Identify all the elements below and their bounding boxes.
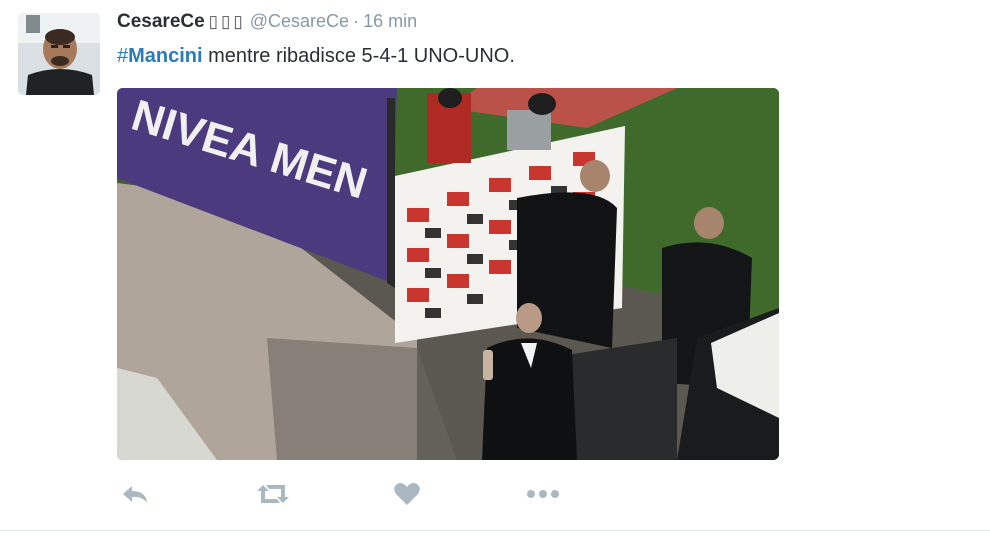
hashtag-link[interactable]: #Mancini — [117, 45, 203, 67]
tweet-timestamp[interactable]: 16 min — [363, 11, 417, 31]
media-photo: NIVEA MEN — [117, 88, 779, 460]
heart-icon — [394, 483, 420, 505]
more-dots-icon — [527, 490, 559, 498]
avatar-image — [18, 13, 100, 95]
meta-separator: · — [353, 11, 360, 31]
tweet: CesareCe ▯▯▯ @CesareCe · 16 min #Mancini men… — [0, 0, 990, 543]
retweet-icon — [257, 485, 289, 503]
retweet-button[interactable] — [255, 478, 291, 510]
tweet-media[interactable]: NIVEA MEN — [117, 88, 779, 460]
tweet-body: mentre ribadisce 5-4-1 UNO-UNO. — [202, 45, 515, 67]
reply-icon — [123, 486, 147, 503]
avatar[interactable] — [18, 13, 100, 95]
like-button[interactable] — [389, 478, 425, 510]
user-screen-name[interactable]: @CesareCe — [250, 11, 349, 31]
reply-button[interactable] — [117, 478, 153, 510]
tweet-text: #Mancini mentre ribadisce 5-4-1 UNO-UNO. — [117, 45, 515, 68]
hashtag-text: Mancini — [128, 45, 203, 67]
user-fullname[interactable]: CesareCe — [117, 11, 205, 32]
user-emoji: ▯▯▯ — [208, 12, 246, 31]
tweet-divider — [0, 530, 990, 531]
tweet-header: CesareCe ▯▯▯ @CesareCe · 16 min — [117, 11, 417, 37]
more-button[interactable] — [525, 478, 561, 510]
